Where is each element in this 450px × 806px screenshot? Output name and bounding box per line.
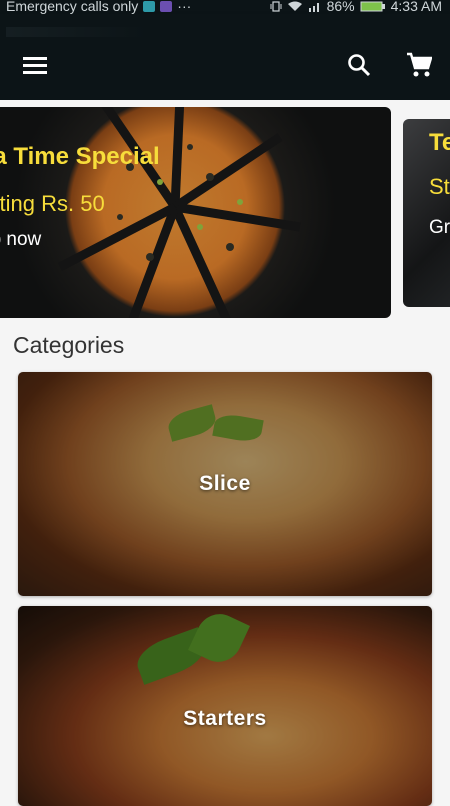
battery-icon — [360, 1, 385, 11]
sim-icon — [143, 0, 156, 12]
banner-cta: ab now — [0, 229, 42, 250]
status-left: Emergency calls only ··· — [6, 0, 191, 13]
cart-button[interactable] — [402, 50, 436, 80]
promo-carousel[interactable]: ea Time Special arting Rs. 50 ab now Te … — [0, 100, 450, 325]
status-right: 86% 4:33 AM — [270, 0, 442, 13]
shopping-cart-icon — [407, 52, 432, 77]
banner-subtitle: St — [429, 174, 450, 199]
category-label: Starters — [183, 707, 267, 730]
category-overlay — [18, 606, 432, 806]
overflow-dots: ··· — [177, 0, 192, 14]
hamburger-menu-icon — [23, 57, 47, 74]
vibrate-icon — [270, 0, 282, 12]
app-bar — [0, 14, 450, 100]
signal-icon — [308, 2, 319, 12]
search-button[interactable] — [342, 50, 376, 80]
menu-button[interactable] — [18, 52, 52, 78]
app-bar-shadow-text — [6, 27, 146, 37]
notification-app-icon — [160, 0, 173, 12]
promo-banner-tea-time[interactable]: ea Time Special arting Rs. 50 ab now — [0, 107, 391, 318]
carrier-text: Emergency calls only — [6, 0, 139, 14]
category-card-starters[interactable]: Starters — [18, 606, 432, 806]
wifi-icon — [287, 1, 302, 11]
search-icon — [348, 54, 371, 77]
banner-cta: Gr — [429, 217, 450, 238]
banner-title: Te — [429, 129, 450, 156]
promo-banner-next[interactable]: Te St Gr — [403, 119, 450, 307]
categories-heading: Categories — [13, 332, 125, 358]
banner-subtitle: arting Rs. 50 — [0, 191, 105, 216]
battery-percent: 86% — [326, 0, 355, 14]
banner-title: ea Time Special — [0, 143, 160, 170]
category-card-slice[interactable]: Slice — [18, 372, 432, 596]
clock: 4:33 AM — [390, 0, 442, 14]
status-bar: Emergency calls only ··· 86% 4:33 AM — [0, 0, 450, 14]
category-label: Slice — [199, 472, 251, 495]
